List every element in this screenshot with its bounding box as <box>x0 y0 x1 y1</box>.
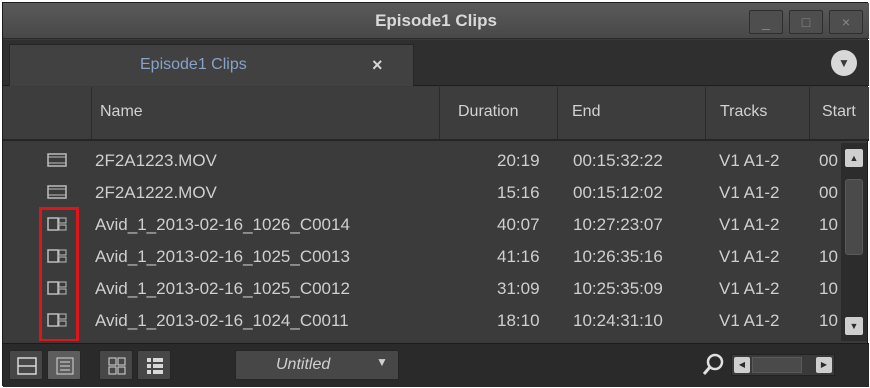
text-view-button[interactable] <box>47 350 81 380</box>
clip-name: 2F2A1222.MOV <box>95 183 217 202</box>
maximize-button[interactable]: □ <box>789 10 823 34</box>
clip-duration: 41:16 <box>497 247 540 266</box>
frame-view-icon <box>17 357 37 375</box>
scroll-right-button[interactable]: ▶ <box>816 357 832 373</box>
clip-duration: 15:16 <box>497 183 540 202</box>
clip-start: 10 <box>819 311 838 330</box>
clip-end: 10:26:35:16 <box>573 247 663 266</box>
clip-tracks: V1 A1-2 <box>719 247 780 266</box>
script-view-button[interactable] <box>99 350 133 380</box>
horizontal-scroll-thumb[interactable] <box>752 357 802 373</box>
chevron-down-icon: ▼ <box>838 56 850 70</box>
clip-duration: 20:19 <box>497 151 540 170</box>
arrow-up-icon: ▲ <box>849 153 859 163</box>
clip-tracks: V1 A1-2 <box>719 151 780 170</box>
column-header-name[interactable]: Name <box>91 87 439 139</box>
clip-duration: 18:10 <box>497 311 540 330</box>
clip-start: 10 <box>819 247 838 266</box>
clip-end: 10:24:31:10 <box>573 311 663 330</box>
script-view-icon <box>108 357 126 375</box>
table-row[interactable]: Avid_1_2013-02-16_1024_C0011 18:10 10:24… <box>3 305 841 337</box>
bin-window: Episode1 Clips _ □ × Episode1 Clips × ▼ … <box>2 2 869 387</box>
minimize-button[interactable]: _ <box>749 10 783 34</box>
close-window-button[interactable]: × <box>829 10 863 34</box>
window-title: Episode1 Clips <box>375 11 497 30</box>
column-header-duration[interactable]: Duration <box>439 87 557 139</box>
bin-view-label: Untitled <box>276 356 331 373</box>
list-view-button[interactable] <box>137 350 171 380</box>
clip-end: 00:15:12:02 <box>573 183 663 202</box>
masterclip-icon <box>47 185 67 199</box>
list-view-icon <box>147 358 163 374</box>
column-header-end[interactable]: End <box>557 87 705 139</box>
clip-list: 2F2A1223.MOV 20:19 00:15:32:22 V1 A1-2 0… <box>3 143 841 341</box>
arrow-down-icon: ▼ <box>849 321 859 331</box>
clip-end: 00:15:32:22 <box>573 151 663 170</box>
clip-tracks: V1 A1-2 <box>719 311 780 330</box>
title-bar[interactable]: Episode1 Clips _ □ × <box>3 3 869 39</box>
arrow-right-icon: ▶ <box>820 360 828 369</box>
dropdown-arrow-icon: ▼ <box>376 355 388 369</box>
clip-name: Avid_1_2013-02-16_1025_C0012 <box>95 279 350 298</box>
clip-tracks: V1 A1-2 <box>719 279 780 298</box>
column-header-start[interactable]: Start <box>809 87 869 139</box>
table-row[interactable]: Avid_1_2013-02-16_1025_C0012 31:09 10:25… <box>3 273 841 305</box>
clip-duration: 31:09 <box>497 279 540 298</box>
clip-start: 00 <box>819 151 838 170</box>
clip-end: 10:27:23:07 <box>573 215 663 234</box>
clip-start: 00 <box>819 183 838 202</box>
clip-end: 10:25:35:09 <box>573 279 663 298</box>
table-row[interactable]: 2F2A1222.MOV 15:16 00:15:12:02 V1 A1-2 0… <box>3 177 841 209</box>
table-row[interactable]: Avid_1_2013-02-16_1025_C0013 41:16 10:26… <box>3 241 841 273</box>
masterclip-icon <box>47 153 67 167</box>
clip-tracks: V1 A1-2 <box>719 183 780 202</box>
tab-episode1-clips[interactable]: Episode1 Clips × <box>9 44 414 86</box>
scroll-down-button[interactable]: ▼ <box>845 317 863 335</box>
bin-bottom-toolbar: Untitled ▼ ◀ ▶ <box>3 343 869 387</box>
text-view-icon <box>56 357 74 375</box>
tab-bar: Episode1 Clips × ▼ <box>3 40 869 86</box>
arrow-left-icon: ◀ <box>738 360 746 369</box>
clip-name: Avid_1_2013-02-16_1026_C0014 <box>95 215 350 234</box>
column-header-tracks[interactable]: Tracks <box>705 87 809 139</box>
table-row[interactable]: Avid_1_2013-02-16_1026_C0014 40:07 10:27… <box>3 209 841 241</box>
horizontal-scrollbar[interactable]: ◀ ▶ <box>731 354 835 376</box>
close-tab-button[interactable]: × <box>372 45 383 85</box>
clip-name: 2F2A1223.MOV <box>95 151 217 170</box>
clip-tracks: V1 A1-2 <box>719 215 780 234</box>
scroll-left-button[interactable]: ◀ <box>734 357 750 373</box>
scroll-thumb[interactable] <box>845 179 863 255</box>
subclip-icons-highlight <box>39 207 79 341</box>
clip-duration: 40:07 <box>497 215 540 234</box>
search-icon[interactable] <box>701 352 725 378</box>
bin-view-menu[interactable]: Untitled ▼ <box>235 350 399 380</box>
clip-name: Avid_1_2013-02-16_1025_C0013 <box>95 247 350 266</box>
scroll-up-button[interactable]: ▲ <box>845 149 863 167</box>
column-header-row: Name Duration End Tracks Start <box>3 87 869 141</box>
column-header-icon[interactable] <box>3 87 91 139</box>
bin-menu-button[interactable]: ▼ <box>831 50 857 76</box>
clip-name: Avid_1_2013-02-16_1024_C0011 <box>95 311 349 330</box>
frame-view-button[interactable] <box>9 350 43 380</box>
clip-start: 10 <box>819 215 838 234</box>
clip-start: 10 <box>819 279 838 298</box>
vertical-scrollbar[interactable]: ▲ ▼ <box>841 143 867 341</box>
table-row[interactable]: 2F2A1223.MOV 20:19 00:15:32:22 V1 A1-2 0… <box>3 145 841 177</box>
tab-label: Episode1 Clips <box>140 56 247 73</box>
